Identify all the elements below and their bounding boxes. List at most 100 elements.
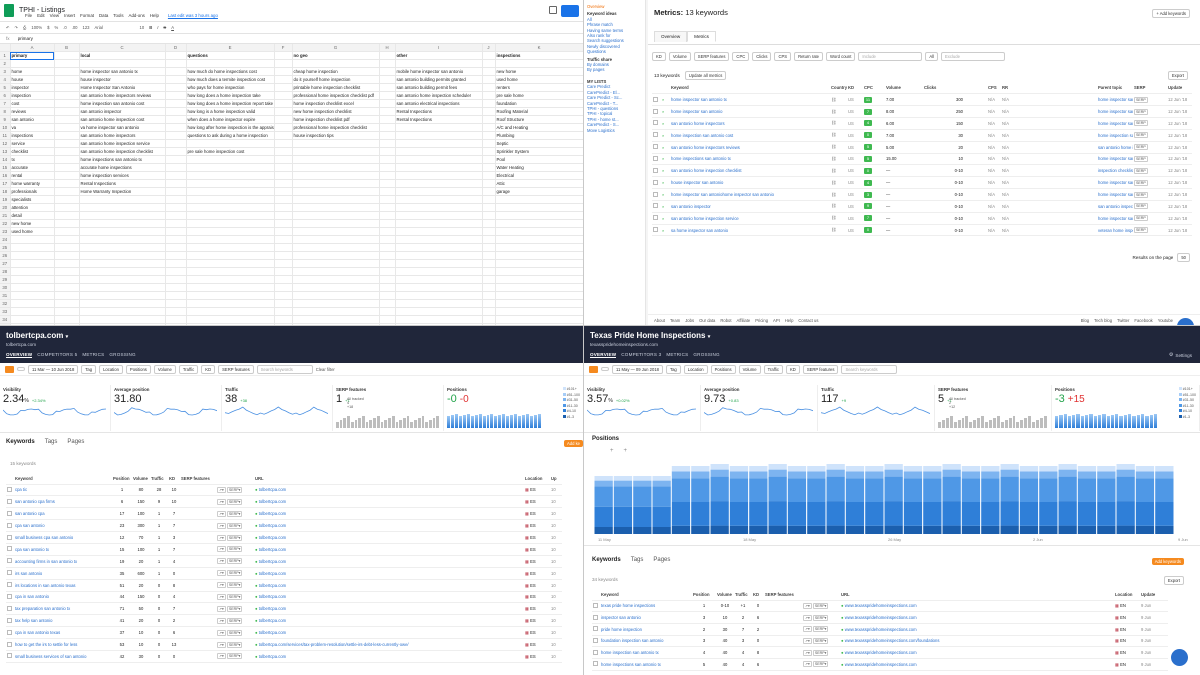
cell[interactable] (186, 307, 275, 316)
serp-button[interactable]: SERP (1134, 155, 1148, 162)
keyword-link[interactable]: home inspections san antonio tx (600, 658, 692, 671)
keyword-link[interactable]: tax preparation san antonio tx (14, 602, 112, 616)
cell[interactable] (379, 227, 396, 236)
cell[interactable] (165, 283, 187, 292)
tab-tags[interactable]: Tags (45, 439, 58, 445)
cell[interactable] (274, 299, 293, 308)
cell[interactable] (379, 243, 396, 252)
keyword-link[interactable]: inspector san antonio (600, 611, 692, 624)
settings-link[interactable]: ⚙ Settings (1169, 352, 1192, 358)
cell[interactable] (482, 155, 496, 164)
trend-button[interactable]: ↗▾ (803, 602, 812, 609)
cell[interactable] (274, 107, 293, 116)
cell[interactable] (495, 195, 583, 204)
cell[interactable] (165, 187, 187, 196)
cell[interactable]: how much does a termite inspection cost (186, 75, 275, 84)
cell[interactable] (395, 267, 483, 276)
cell[interactable] (379, 251, 396, 260)
cell[interactable] (292, 219, 380, 228)
cell[interactable] (165, 179, 187, 188)
cell[interactable] (395, 299, 483, 308)
cell[interactable]: home inspection services (79, 171, 166, 180)
cell[interactable] (379, 275, 396, 284)
cell[interactable]: how long is a home inspection valid (186, 107, 275, 116)
footer-link[interactable]: About (654, 318, 665, 323)
filter-exclude[interactable]: Exclude (941, 52, 1006, 61)
zoom-select[interactable]: 100% (31, 25, 42, 30)
cell[interactable] (395, 147, 483, 156)
cell[interactable] (79, 323, 166, 325)
cell[interactable] (495, 59, 583, 68)
column-header[interactable]: Update (1167, 82, 1192, 95)
cell[interactable]: Rental Inspections (79, 179, 166, 188)
cell[interactable] (274, 51, 293, 60)
menu-addons[interactable]: Add-ons (129, 13, 145, 18)
tab-keywords[interactable]: Keywords (6, 439, 35, 445)
cell[interactable] (292, 147, 380, 156)
cell[interactable] (79, 315, 166, 324)
row-number[interactable]: 4 (0, 75, 11, 84)
cell[interactable] (165, 219, 187, 228)
filter-positions[interactable]: Positions (710, 364, 736, 374)
parent-topic[interactable]: inspection checklist (1097, 164, 1133, 178)
search-input[interactable]: Search keywords (256, 364, 313, 374)
cell[interactable] (482, 163, 496, 172)
keyword-link[interactable]: irs locations in san antonio texas (14, 579, 112, 592)
results-select[interactable]: 50 (1177, 253, 1190, 262)
cell[interactable]: Water Heating (495, 163, 583, 172)
row-number[interactable]: 8 (0, 107, 11, 116)
trend-button[interactable]: ↗▾ (217, 629, 226, 636)
cell[interactable]: home warranty (10, 179, 55, 188)
tab-grossing[interactable]: GROSSING (109, 352, 135, 358)
clear-filter-link[interactable]: Clear filter (316, 367, 335, 372)
column-header[interactable]: Country (830, 82, 847, 95)
cell[interactable] (292, 323, 380, 325)
mobile-icon[interactable] (601, 367, 609, 371)
cell[interactable]: Home Inspector San Antonio (79, 83, 166, 92)
cell[interactable] (10, 251, 55, 260)
cell[interactable] (292, 259, 380, 268)
cell[interactable] (482, 323, 496, 325)
row-checkbox[interactable] (6, 626, 14, 640)
cell[interactable] (79, 275, 166, 284)
cell[interactable] (292, 267, 380, 276)
cell[interactable] (379, 323, 396, 325)
cell[interactable] (79, 211, 166, 220)
cell[interactable] (165, 259, 187, 268)
cell[interactable]: Rental Inspections (395, 115, 483, 124)
column-header-D[interactable]: D (165, 44, 187, 52)
keyword-link[interactable]: sa home inspector san antonio (670, 224, 830, 237)
cell[interactable]: professional home inspection checklist p… (292, 91, 380, 100)
cell[interactable]: A/C and Heating (495, 123, 583, 132)
cell[interactable] (482, 83, 496, 92)
cell[interactable] (186, 171, 275, 180)
footer-link[interactable]: Team (670, 318, 680, 323)
keyword-link[interactable]: san antonio home inspection service (670, 212, 830, 225)
cell[interactable] (165, 99, 187, 108)
filter-clicks[interactable]: Clicks (752, 52, 772, 61)
cell[interactable] (292, 203, 380, 212)
cell[interactable] (54, 291, 80, 300)
cell[interactable] (54, 211, 80, 220)
decimal-more-button[interactable]: .00 (72, 25, 78, 30)
footer-link[interactable]: Twitter (1117, 318, 1129, 323)
keyword-link[interactable]: house inspector san antonio (670, 176, 830, 190)
filter-volume[interactable]: Volume (668, 52, 691, 61)
cell[interactable] (482, 259, 496, 268)
cell[interactable]: san antonio home inspection cost (79, 115, 166, 124)
keyword-icon[interactable]: ⌕ (661, 105, 670, 119)
column-header[interactable]: Up (550, 474, 562, 485)
cell[interactable] (482, 235, 496, 244)
cell[interactable] (54, 195, 80, 204)
serp-button[interactable]: SERP▾ (226, 486, 243, 493)
row-checkbox[interactable] (592, 635, 600, 648)
serp-link-icon[interactable]: ⛓ (830, 200, 847, 213)
column-header[interactable]: Volume (716, 590, 734, 601)
cell[interactable] (395, 203, 483, 212)
footer-link[interactable]: Jobs (685, 318, 694, 323)
cell[interactable] (165, 315, 187, 324)
cell[interactable] (54, 155, 80, 164)
keyword-link[interactable]: tax help san antonio (14, 614, 112, 628)
row-number[interactable]: 31 (0, 291, 11, 300)
cell[interactable] (165, 147, 187, 156)
